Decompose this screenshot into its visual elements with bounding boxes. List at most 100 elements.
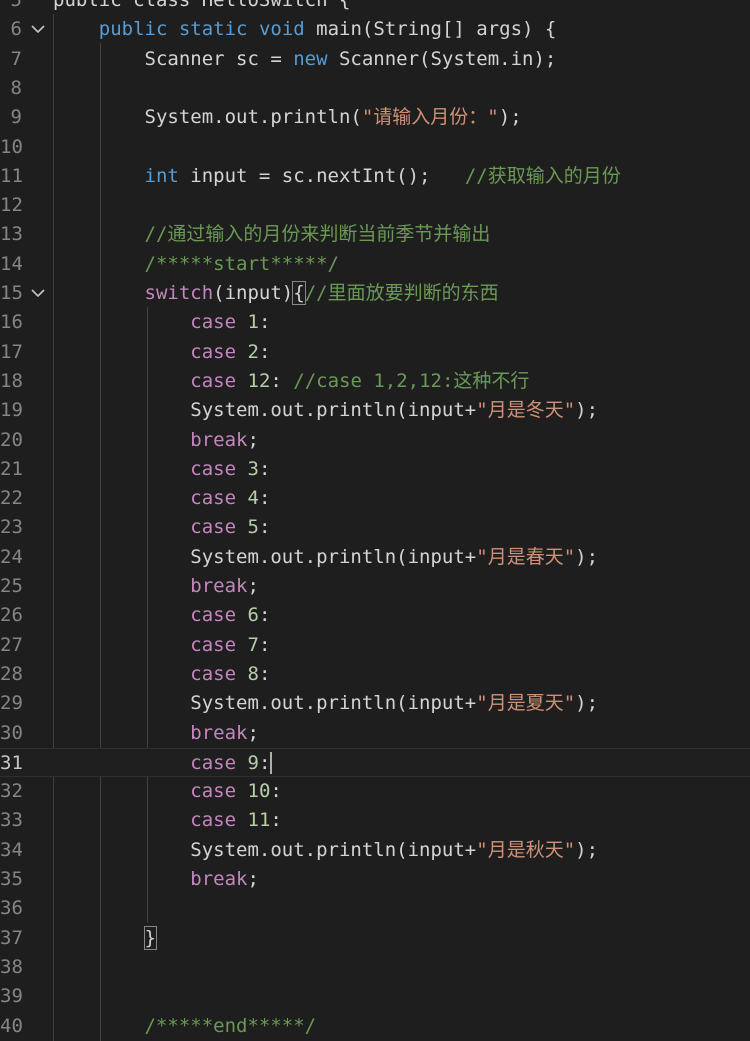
code-line[interactable]: 33 case 11: (0, 806, 750, 835)
code-text: int input = sc.nextInt(); //获取输入的月份 (53, 162, 621, 191)
code-token: case (190, 369, 237, 392)
code-token: //里面放要判断的东西 (304, 282, 499, 304)
code-line[interactable]: 10 (0, 133, 750, 162)
code-line[interactable]: 12 (0, 191, 750, 220)
code-token: : (270, 780, 282, 803)
line-number: 15 (0, 282, 22, 304)
code-token: } (143, 925, 158, 950)
line-number: 20 (0, 428, 22, 451)
code-line[interactable]: 32 case 10: (0, 777, 750, 806)
code-line[interactable]: 21 case 3: (0, 455, 750, 484)
code-token: /*****end*****/ (144, 1014, 317, 1037)
line-number: 28 (0, 662, 22, 685)
line-number: 36 (0, 897, 22, 920)
fold-chevron-icon[interactable] (29, 279, 47, 308)
code-token: case (190, 604, 237, 627)
line-number: 12 (0, 194, 22, 217)
line-number: 34 (0, 838, 22, 861)
code-token: : (258, 457, 271, 480)
code-text: case 2: (53, 338, 270, 367)
line-number: 23 (0, 516, 22, 539)
code-text: case 4: (53, 484, 270, 513)
code-editor[interactable]: 5 public class HelloSwitch {6 public stat… (0, 0, 750, 1041)
code-token: Scanner(System.in); (327, 47, 557, 70)
code-text: //通过输入的月份来判断当前季节并输出 (53, 220, 491, 249)
line-number: 10 (0, 135, 22, 158)
text-cursor (270, 752, 273, 775)
code-line[interactable]: 20 break; (0, 426, 750, 455)
line-number: 9 (10, 106, 22, 129)
line-number: 14 (0, 252, 22, 275)
line-number: 40 (0, 1014, 22, 1037)
code-line[interactable]: 27 case 7: (0, 631, 750, 660)
line-number: 21 (0, 457, 22, 480)
code-line[interactable]: 14 /*****start*****/ (0, 250, 750, 279)
code-line[interactable]: 17 case 2: (0, 338, 750, 367)
line-number: 22 (0, 487, 22, 510)
code-line[interactable]: 18 case 12: //case 1,2,12:这种不行 (0, 367, 750, 396)
code-token: 4 (247, 487, 259, 510)
code-token: /*****start*****/ (144, 252, 339, 275)
code-token: int (144, 164, 179, 187)
code-line[interactable]: 9 System.out.println("请输入月份："); (0, 103, 750, 132)
line-number: 26 (0, 604, 22, 627)
code-line[interactable]: 40 /*****end*****/ (0, 1012, 750, 1041)
code-line[interactable]: 34 System.out.println(input+"月是秋天"); (0, 836, 750, 865)
code-line[interactable]: 29 System.out.println(input+"月是夏天"); (0, 689, 750, 718)
code-line[interactable]: 38 (0, 953, 750, 982)
code-line[interactable]: 25 break; (0, 572, 750, 601)
code-line[interactable]: 15 switch(input){//里面放要判断的东西 (0, 279, 750, 308)
code-line[interactable]: 13 //通过输入的月份来判断当前季节并输出 (0, 220, 750, 249)
code-line[interactable]: 22 case 4: (0, 484, 750, 513)
code-text: case 9: (53, 749, 273, 778)
code-line[interactable]: 11 int input = sc.nextInt(); //获取输入的月份 (0, 162, 750, 191)
code-token: case (190, 662, 237, 685)
code-text: case 10: (53, 777, 282, 806)
code-token: ); (575, 692, 599, 715)
line-number: 38 (0, 955, 22, 978)
code-line[interactable]: 37 } (0, 924, 750, 953)
code-line[interactable]: 23 case 5: (0, 513, 750, 542)
code-line[interactable]: 24 System.out.println(input+"月是春天"); (0, 543, 750, 572)
line-number: 17 (0, 340, 22, 363)
code-line[interactable]: 19 System.out.println(input+"月是冬天"); (0, 396, 750, 425)
code-line[interactable]: 28 case 8: (0, 660, 750, 689)
code-token: : (270, 369, 294, 392)
code-line[interactable]: 35 break; (0, 865, 750, 894)
code-line[interactable]: 36 (0, 894, 750, 923)
code-line[interactable]: 5 public class HelloSwitch { (0, 0, 750, 15)
code-line[interactable]: 30 break; (0, 719, 750, 748)
code-line[interactable]: 26 case 6: (0, 601, 750, 630)
code-line[interactable]: 31 case 9: (0, 747, 750, 778)
fold-chevron-icon[interactable] (29, 15, 47, 44)
code-text: case 11: (53, 806, 282, 835)
code-text: break; (53, 572, 259, 601)
code-line[interactable]: 16 case 1: (0, 308, 750, 337)
code-token: 9 (247, 751, 259, 774)
code-token: (input) (213, 282, 294, 304)
code-token: "月是春天" (476, 545, 576, 568)
code-token: : (258, 487, 271, 510)
code-line[interactable]: 39 (0, 982, 750, 1011)
code-text: System.out.println(input+"月是夏天"); (53, 689, 598, 718)
code-token: case (190, 457, 237, 480)
code-text: case 3: (53, 455, 270, 484)
line-number: 39 (0, 985, 22, 1008)
code-line[interactable]: 7 Scanner sc = new Scanner(System.in); (0, 45, 750, 74)
code-line[interactable]: 8 (0, 74, 750, 103)
code-line[interactable]: 6 public static void main(String[] args)… (0, 15, 750, 44)
code-token: public class HelloSwitch { (53, 0, 351, 11)
line-number: 27 (0, 633, 22, 656)
code-token: break (190, 868, 248, 890)
code-token: 6 (247, 604, 259, 627)
